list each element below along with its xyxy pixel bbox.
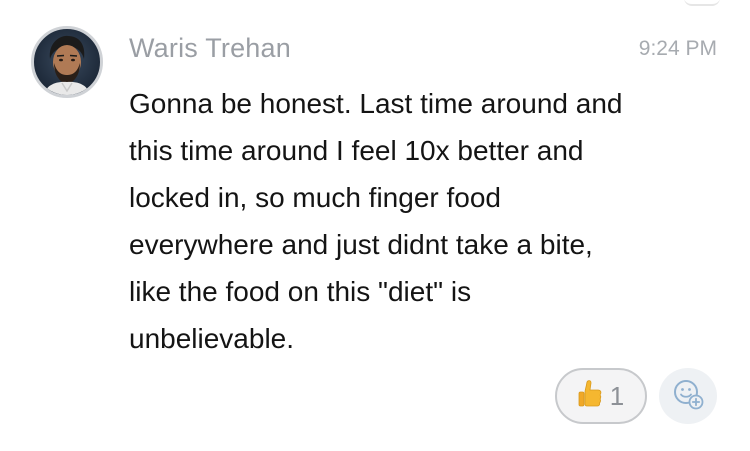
previous-item-edge [684, 0, 720, 6]
sender-name[interactable]: Waris Trehan [129, 33, 291, 64]
message-line: everywhere and just didnt take a bite, [129, 229, 593, 260]
add-emoji-icon [671, 377, 705, 416]
chat-message: Waris Trehan 9:24 PM Gonna be honest. La… [0, 0, 750, 451]
add-reaction-button[interactable] [659, 368, 717, 424]
message-body: Gonna be honest. Last time around and th… [129, 80, 719, 362]
message-timestamp: 9:24 PM [638, 37, 717, 60]
message-line: this time around I feel 10x better and [129, 135, 584, 166]
avatar[interactable] [31, 26, 103, 98]
message-line: Gonna be honest. Last time around and [129, 88, 623, 119]
avatar-photo [44, 35, 90, 95]
reaction-count: 1 [609, 380, 625, 411]
message-line: locked in, so much finger food [129, 182, 501, 213]
message-line: unbelievable. [129, 323, 295, 354]
message-line: like the food on this "diet" is [129, 276, 472, 307]
thumbs-up-icon [578, 379, 602, 414]
thumbs-up-reaction-button[interactable]: 1 [555, 368, 647, 424]
